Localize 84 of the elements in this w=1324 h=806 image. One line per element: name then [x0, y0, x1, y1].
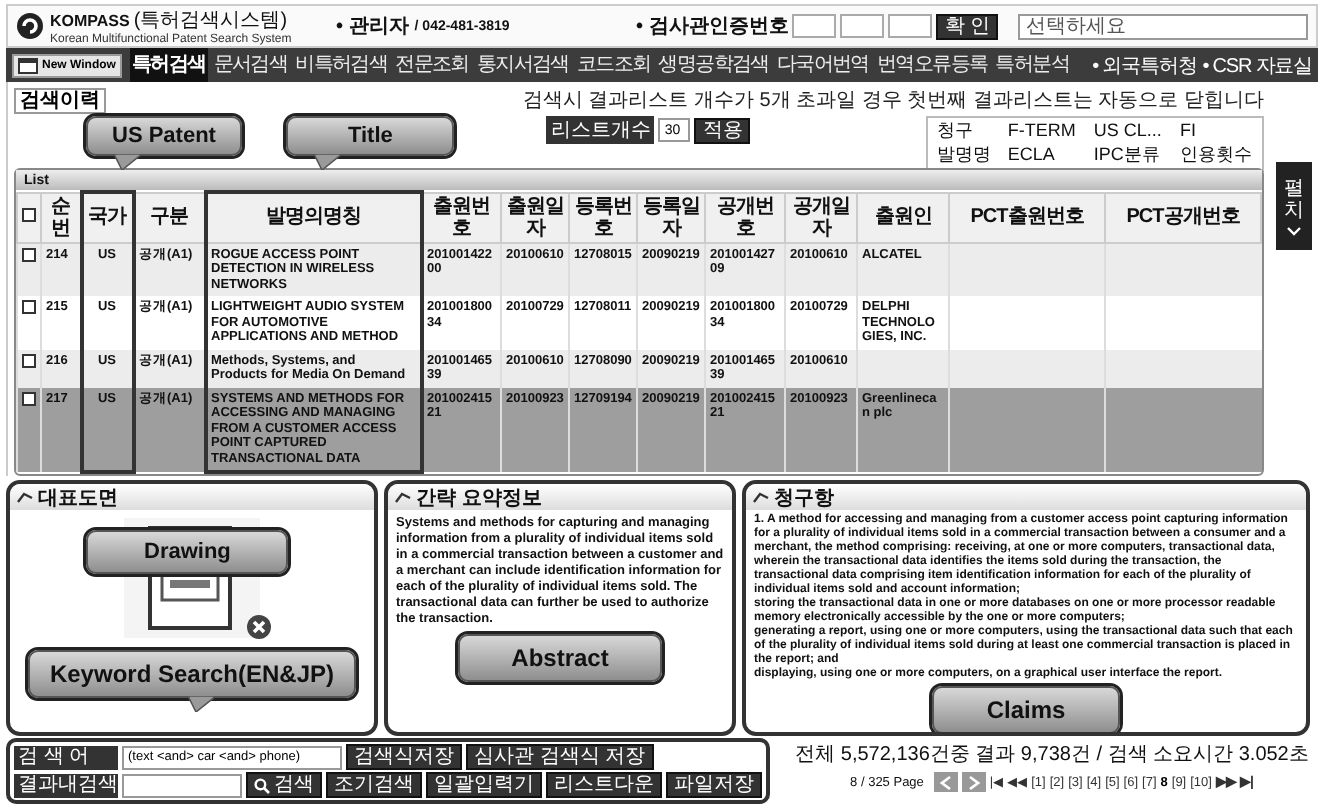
contact-label: • 관리자 — [336, 14, 409, 40]
confirm-button[interactable]: 확 인 — [936, 13, 999, 39]
nav-tab[interactable]: 비특허검색 — [293, 48, 390, 82]
column-header: 순번 — [41, 192, 81, 242]
auth-field[interactable] — [792, 14, 837, 38]
tool-button[interactable]: 파일저장 — [666, 772, 762, 798]
tool-button[interactable]: 리스트다운 — [546, 772, 662, 798]
row-checkbox[interactable] — [22, 353, 36, 367]
field-option[interactable]: IPC분류 — [1094, 145, 1163, 167]
callout-label: US Patent — [86, 116, 242, 156]
callout-label: Claims — [932, 686, 1120, 732]
nav-tab[interactable]: 특허검색 — [129, 48, 208, 82]
close-icon — [246, 614, 272, 640]
column-header: PCT공개번호 — [1105, 192, 1261, 242]
chevron-down-icon — [1286, 225, 1302, 235]
column-header: 공개번호 — [705, 192, 785, 242]
panel-title: 대표도면 — [38, 485, 118, 511]
field-option[interactable]: 발명명 — [937, 145, 992, 167]
nav-tab[interactable]: 번역오류등록 — [874, 48, 990, 82]
panel-title: 청구항 — [774, 485, 834, 511]
apply-button[interactable]: 적용 — [694, 117, 751, 143]
nav-link[interactable]: • 외국특허청 — [1092, 51, 1197, 79]
column-header: 등록번호 — [569, 192, 637, 242]
notice-text: 검색시 결과리스트 개수가 5개 초과일 경우 첫번째 결과리스트는 자동으로 닫힙니다 — [522, 88, 1264, 114]
nav-link[interactable]: • CSR 자료실 — [1202, 51, 1312, 79]
search-icon — [254, 777, 270, 793]
column-header: 등록일자 — [637, 192, 705, 242]
field-option[interactable]: ECLA — [1008, 145, 1077, 167]
result-summary: 전체 5,572,136건중 결과 9,738건 / 검색 소요시간 3.052초 — [795, 742, 1309, 768]
callout-label: Keyword Search(EN&JP) — [27, 650, 357, 698]
nav-tab[interactable]: 문서검색 — [211, 48, 290, 82]
field-option[interactable]: US CL... — [1094, 121, 1163, 143]
logo-text: KOMPASS — [50, 11, 130, 29]
tool-button[interactable]: 일괄입력기 — [426, 772, 542, 798]
field-option[interactable]: F-TERM — [1008, 121, 1077, 143]
column-header: 발명의명칭 — [205, 192, 421, 242]
search-label: 검 색 어 — [14, 745, 118, 769]
column-header: 출원일자 — [501, 192, 569, 242]
row-checkbox[interactable] — [22, 391, 36, 405]
panel-title: 간략 요약정보 — [416, 485, 542, 511]
column-header: 출원번호 — [421, 192, 501, 242]
callout-pointer — [187, 696, 216, 712]
callout-pointer — [114, 154, 142, 170]
refine-label: 결과내검색 — [14, 773, 118, 797]
auth-field[interactable] — [888, 14, 933, 38]
callout-label: Abstract — [457, 634, 663, 682]
column-header: 출원인 — [857, 192, 949, 242]
auth-field[interactable] — [840, 14, 885, 38]
chevron-left-icon — [939, 775, 952, 789]
nav-tab[interactable]: 전문조회 — [393, 48, 471, 82]
list-count-label: 리스트개수 — [546, 116, 655, 144]
field-option[interactable]: 청구 — [937, 121, 992, 143]
select-field[interactable]: 선택하세요 — [1018, 13, 1308, 39]
nav-tab[interactable]: 코드조회 — [574, 48, 653, 82]
row-checkbox[interactable] — [22, 247, 36, 261]
nav-tab[interactable]: 다국어번역 — [774, 48, 871, 82]
nav-tab[interactable]: 생명공학검색 — [656, 48, 771, 82]
row-checkbox[interactable] — [22, 300, 36, 314]
field-option[interactable]: 인용횟수 — [1180, 145, 1252, 167]
column-header: 공개일자 — [785, 192, 857, 242]
select-all-checkbox[interactable] — [22, 208, 36, 222]
nav-tab[interactable]: 통지서검색 — [474, 48, 571, 82]
logo-suffix: (특허검색시스템) — [133, 7, 288, 31]
callout-label: Title — [285, 116, 455, 156]
callout-label: Drawing — [86, 530, 289, 574]
field-option[interactable]: FI — [1180, 121, 1252, 143]
expand-tab[interactable]: 펼치 — [1276, 162, 1312, 250]
search-button[interactable]: 검색 — [246, 772, 322, 798]
nav-tab[interactable]: 특허분석 — [993, 48, 1071, 82]
auth-label: • 검사관인증번호 — [636, 14, 789, 40]
callout-pointer — [313, 154, 342, 170]
next-page-button[interactable] — [961, 772, 986, 792]
window-icon — [18, 57, 38, 73]
logo-icon — [16, 12, 44, 40]
history-tab[interactable]: 검색이력 — [14, 87, 106, 113]
save-button[interactable]: 검색식저장 — [346, 744, 462, 770]
save-button[interactable]: 심사관 검색식 저장 — [466, 744, 654, 770]
column-header: 구분 — [133, 192, 205, 242]
tool-button[interactable]: 조기검색 — [326, 772, 422, 798]
chevron-right-icon — [967, 775, 980, 789]
column-header: PCT출원번호 — [949, 192, 1105, 242]
previous-page-button[interactable] — [933, 772, 958, 792]
column-header: 국가 — [81, 192, 133, 242]
refine-field[interactable] — [122, 773, 242, 797]
